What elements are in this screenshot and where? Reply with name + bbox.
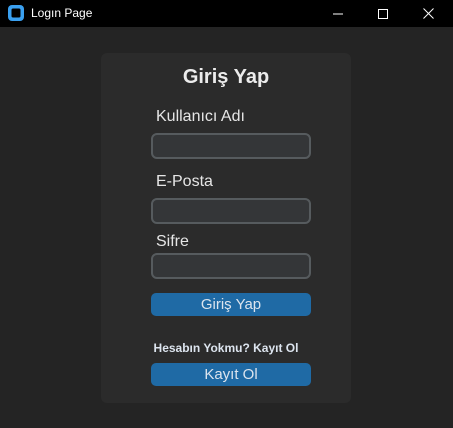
login-button[interactable]: Giriş Yap bbox=[151, 293, 311, 316]
username-label: Kullanıcı Adı bbox=[156, 108, 245, 125]
close-button[interactable] bbox=[405, 0, 451, 27]
app-window: Logın Page Giriş Yap Kullanıcı Adı E-Pos… bbox=[0, 0, 453, 428]
password-label: Sifre bbox=[156, 233, 189, 250]
email-label: E-Posta bbox=[156, 173, 213, 190]
signup-prompt: Hesabın Yokmu? Kayıt Ol bbox=[153, 341, 299, 355]
username-input[interactable] bbox=[151, 133, 311, 159]
form-heading: Giriş Yap bbox=[182, 66, 270, 88]
title-bar[interactable]: Logın Page bbox=[0, 0, 453, 27]
minimize-icon bbox=[333, 9, 343, 19]
email-input[interactable] bbox=[151, 198, 311, 224]
password-input[interactable] bbox=[151, 253, 311, 279]
maximize-icon bbox=[378, 8, 388, 19]
login-form-panel: Giriş Yap Kullanıcı Adı E-Posta Sifre Gi… bbox=[101, 53, 351, 403]
maximize-button[interactable] bbox=[360, 0, 406, 27]
close-icon bbox=[422, 8, 434, 19]
window-title: Logın Page bbox=[31, 6, 93, 20]
minimize-button[interactable] bbox=[315, 0, 361, 27]
signup-button[interactable]: Kayıt Ol bbox=[151, 363, 311, 386]
app-window-icon bbox=[7, 4, 25, 22]
